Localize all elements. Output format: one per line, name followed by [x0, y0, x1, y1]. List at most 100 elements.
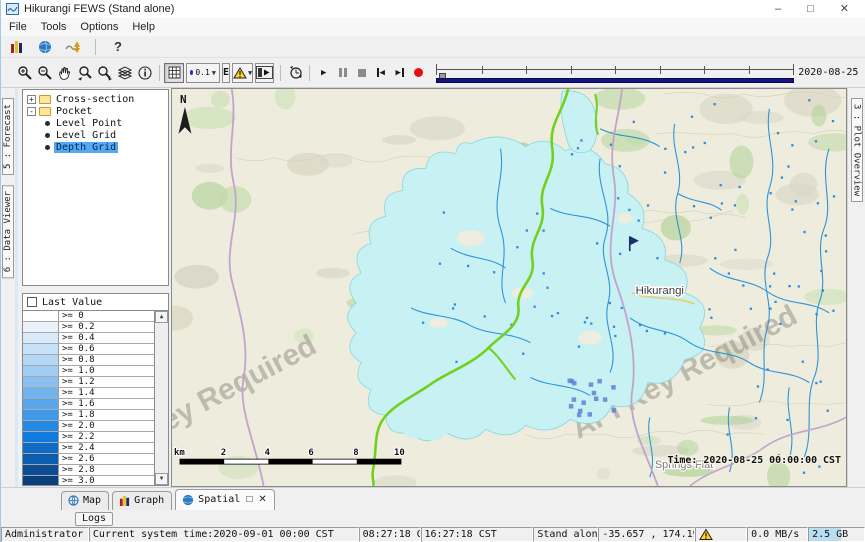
legend-color-swatch	[23, 377, 59, 387]
legend-color-swatch	[23, 344, 59, 354]
warning-threshold-dropdown[interactable]: ▼	[232, 63, 253, 83]
logs-button[interactable]: Logs	[75, 512, 113, 526]
toolbar-separator	[309, 65, 310, 81]
tree-item-level-point[interactable]: Level Point	[23, 117, 168, 129]
pan-hand-icon[interactable]	[55, 63, 75, 83]
map-toolbar: 0.1 ▼ E ▼ ▶ ◀ ▶	[1, 58, 865, 88]
legend-value-label: >= 0.2	[59, 322, 95, 332]
legend-row: >= 2.2	[23, 432, 154, 443]
legend-color-swatch	[23, 476, 59, 485]
legend-row: >= 0.8	[23, 355, 154, 366]
stop-button[interactable]	[352, 63, 371, 83]
map-time-label: Time: 2020-08-25 00:00:00 CST	[667, 454, 841, 466]
menu-item-tools[interactable]: Tools	[41, 21, 67, 33]
status-warning[interactable]	[695, 527, 747, 542]
time-slider-track[interactable]	[436, 64, 794, 75]
tree-item-label: Cross-section	[54, 94, 136, 105]
info-icon[interactable]	[135, 63, 155, 83]
legend-row: >= 2.8	[23, 465, 154, 476]
svg-text:4: 4	[265, 448, 270, 458]
time-slider[interactable]	[436, 61, 794, 85]
legend-color-swatch	[23, 388, 59, 398]
legend-value-label: >= 2.6	[59, 454, 95, 464]
tree-item-cross-section[interactable]: + Cross-section	[23, 93, 168, 105]
tab-close-icon[interactable]: ✕	[258, 494, 266, 505]
time-series-icon[interactable]	[63, 37, 83, 57]
menu-item-options[interactable]: Options	[80, 21, 118, 33]
legend-row: >= 3.0	[23, 476, 154, 485]
legend-value-label: >= 1.0	[59, 366, 95, 376]
right-tab-strip: 3 : Plot Overview	[847, 88, 865, 487]
legend-scrollbar[interactable]: ▲ ▼	[155, 311, 168, 485]
warning-icon	[233, 67, 247, 79]
legend-color-swatch	[23, 421, 59, 431]
tab-plot-overview[interactable]: 3 : Plot Overview	[851, 98, 863, 202]
view-tab-bar: Map Graph Spatial □ ✕	[1, 487, 865, 510]
maximize-button[interactable]: □	[807, 4, 814, 14]
tab-map[interactable]: Map	[61, 491, 109, 510]
svg-text:N: N	[180, 93, 187, 106]
class-break-dropdown[interactable]: 0.1 ▼	[186, 63, 220, 83]
warning-icon	[699, 528, 713, 541]
grid-display-button[interactable]	[164, 63, 184, 83]
close-button[interactable]: ✕	[840, 4, 849, 14]
legend-color-swatch	[23, 399, 59, 409]
legend-color-swatch	[23, 465, 59, 475]
legend-row: >= 0.4	[23, 333, 154, 344]
minimize-button[interactable]: –	[775, 4, 781, 14]
time-span-bar	[436, 78, 794, 83]
tree-expander-icon[interactable]: -	[27, 107, 36, 116]
play-button[interactable]: ▶	[314, 63, 333, 83]
title-bar: Hikurangi FEWS (Stand alone) – □ ✕	[1, 0, 865, 18]
pause-button[interactable]	[333, 63, 352, 83]
toolbar-separator	[280, 65, 281, 81]
record-button[interactable]	[409, 63, 428, 83]
tab-forecast[interactable]: 5 : Forecast	[2, 98, 14, 175]
data-viewer-panel: + Cross-section-PocketLevel PointLevel Gr…	[15, 88, 171, 487]
tab-maximize-icon[interactable]: □	[246, 494, 252, 505]
zoom-next-icon[interactable]	[95, 63, 115, 83]
tab-data-viewer[interactable]: 6 : Data Viewer	[2, 185, 14, 278]
left-tab-strip: 5 : Forecast 6 : Data Viewer	[1, 88, 15, 487]
legend-row: >= 1.2	[23, 377, 154, 388]
help-button[interactable]: ?	[108, 37, 128, 57]
legend-value-label: >= 0.6	[59, 344, 95, 354]
map-canvas[interactable]: API Key Required API Key Required	[171, 88, 847, 487]
tree-item-level-grid[interactable]: Level Grid	[23, 129, 168, 141]
scroll-up-icon[interactable]: ▲	[155, 311, 168, 323]
legend-row: >= 2.0	[23, 421, 154, 432]
step-back-button[interactable]: ◀	[371, 63, 390, 83]
legend-row: >= 1.6	[23, 399, 154, 410]
tree-item-depth-grid[interactable]: Depth Grid	[23, 141, 168, 153]
step-forward-button[interactable]: ▶	[390, 63, 409, 83]
logs-bar: Logs	[1, 510, 865, 527]
animation-movie-button[interactable]	[255, 63, 274, 83]
zoom-previous-icon[interactable]	[75, 63, 95, 83]
data-explorer-icon[interactable]	[7, 37, 27, 57]
status-mode: Stand alone	[533, 527, 598, 542]
legend-panel: Last Value >= 0>= 0.2>= 0.4>= 0.6>= 0.8>…	[22, 293, 169, 486]
dot-icon	[190, 70, 193, 75]
legend-color-swatch	[23, 366, 59, 376]
layers-icon[interactable]	[115, 63, 135, 83]
tree-item-label: Depth Grid	[54, 142, 118, 153]
zoom-in-icon[interactable]	[15, 63, 35, 83]
scroll-down-icon[interactable]: ▼	[155, 473, 168, 485]
last-value-checkbox[interactable]	[27, 297, 37, 307]
menu-item-file[interactable]: File	[9, 21, 27, 33]
tree-item-pocket[interactable]: -Pocket	[23, 105, 168, 117]
folder-icon	[39, 107, 51, 116]
time-control-icon[interactable]	[285, 63, 305, 83]
tab-graph[interactable]: Graph	[112, 491, 172, 510]
tree-expander-icon[interactable]: +	[27, 95, 36, 104]
globe-map-icon[interactable]	[35, 37, 55, 57]
menu-bar: File Tools Options Help	[1, 18, 865, 36]
svg-text:10: 10	[394, 448, 405, 458]
zoom-out-icon[interactable]	[35, 63, 55, 83]
svg-text:km: km	[174, 448, 185, 458]
menu-item-help[interactable]: Help	[132, 21, 155, 33]
elevation-scale-button[interactable]: E	[222, 63, 230, 83]
legend-row: >= 0	[23, 311, 154, 322]
legend-value-label: >= 2.8	[59, 465, 95, 475]
tab-spatial[interactable]: Spatial □ ✕	[175, 489, 275, 510]
